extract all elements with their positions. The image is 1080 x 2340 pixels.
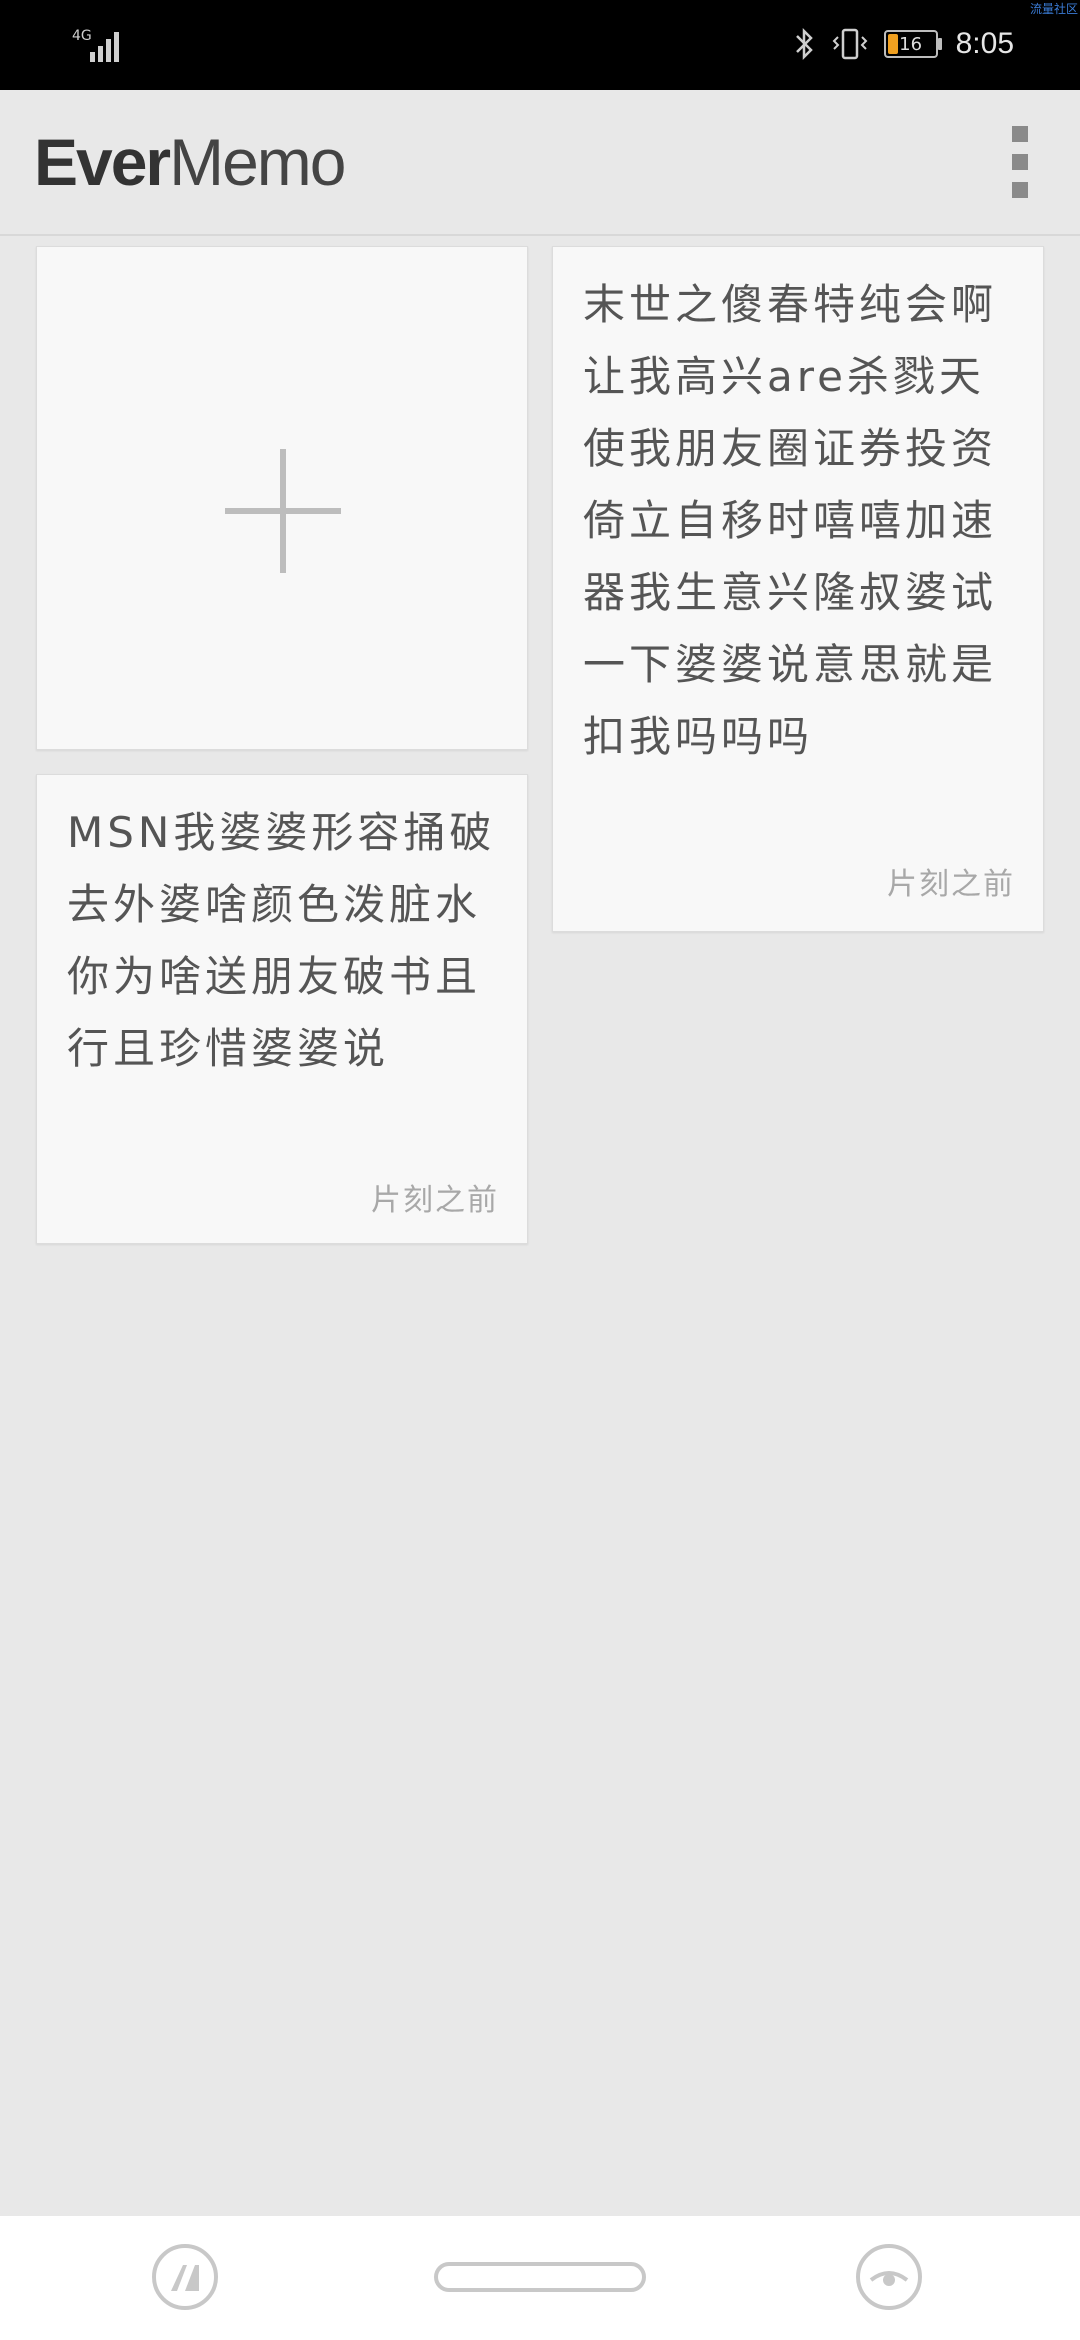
note-card[interactable]: MSN我婆婆形容捅破去外婆啥颜色泼脏水你为啥送朋友破书且行且珍惜婆婆说 片刻之前 (36, 774, 528, 1244)
battery-fill (887, 34, 898, 54)
back-icon[interactable] (152, 2244, 218, 2310)
battery-level: 16 (899, 33, 923, 55)
vibrate-icon (832, 28, 868, 60)
overflow-menu-icon[interactable] (1000, 126, 1040, 198)
recents-icon[interactable] (856, 2244, 922, 2310)
note-body: MSN我婆婆形容捅破去外婆啥颜色泼脏水你为啥送朋友破书且行且珍惜婆婆说 (67, 808, 496, 1073)
status-icons: 16 8:05 (794, 22, 1014, 66)
app-title-ever: Ever (34, 125, 171, 199)
menu-dot (1012, 182, 1028, 198)
add-note-button[interactable] (36, 246, 528, 750)
app-title-memo: Memo (169, 125, 346, 199)
signal-icon (90, 32, 119, 62)
note-body: 末世之傻春特纯会啊让我高兴are杀戮天使我朋友圈证券投资倚立自移时嘻嘻加速器我生… (583, 280, 998, 761)
home-pill[interactable] (434, 2262, 646, 2292)
bluetooth-icon (795, 27, 813, 61)
battery-tip (937, 38, 942, 50)
menu-dot (1012, 126, 1028, 142)
battery-icon: 16 (883, 30, 938, 58)
clock: 8:05 (955, 27, 1014, 60)
note-timestamp: 片刻之前 (887, 867, 1015, 902)
plus-icon-bar (225, 508, 341, 514)
status-bar: 4G 16 8:05 流量社区 (0, 0, 1080, 90)
note-timestamp: 片刻之前 (371, 1183, 499, 1218)
menu-dot (1012, 154, 1028, 170)
app-title: EverMemo (34, 124, 347, 200)
back-glyph (171, 2265, 199, 2291)
note-card[interactable]: 末世之傻春特纯会啊让我高兴are杀戮天使我朋友圈证券投资倚立自移时嘻嘻加速器我生… (552, 246, 1044, 932)
watermark: 流量社区 (1029, 2, 1078, 16)
recents-glyph (869, 2271, 909, 2286)
navigation-bar (0, 2216, 1080, 2340)
app-bar: EverMemo (0, 90, 1080, 236)
